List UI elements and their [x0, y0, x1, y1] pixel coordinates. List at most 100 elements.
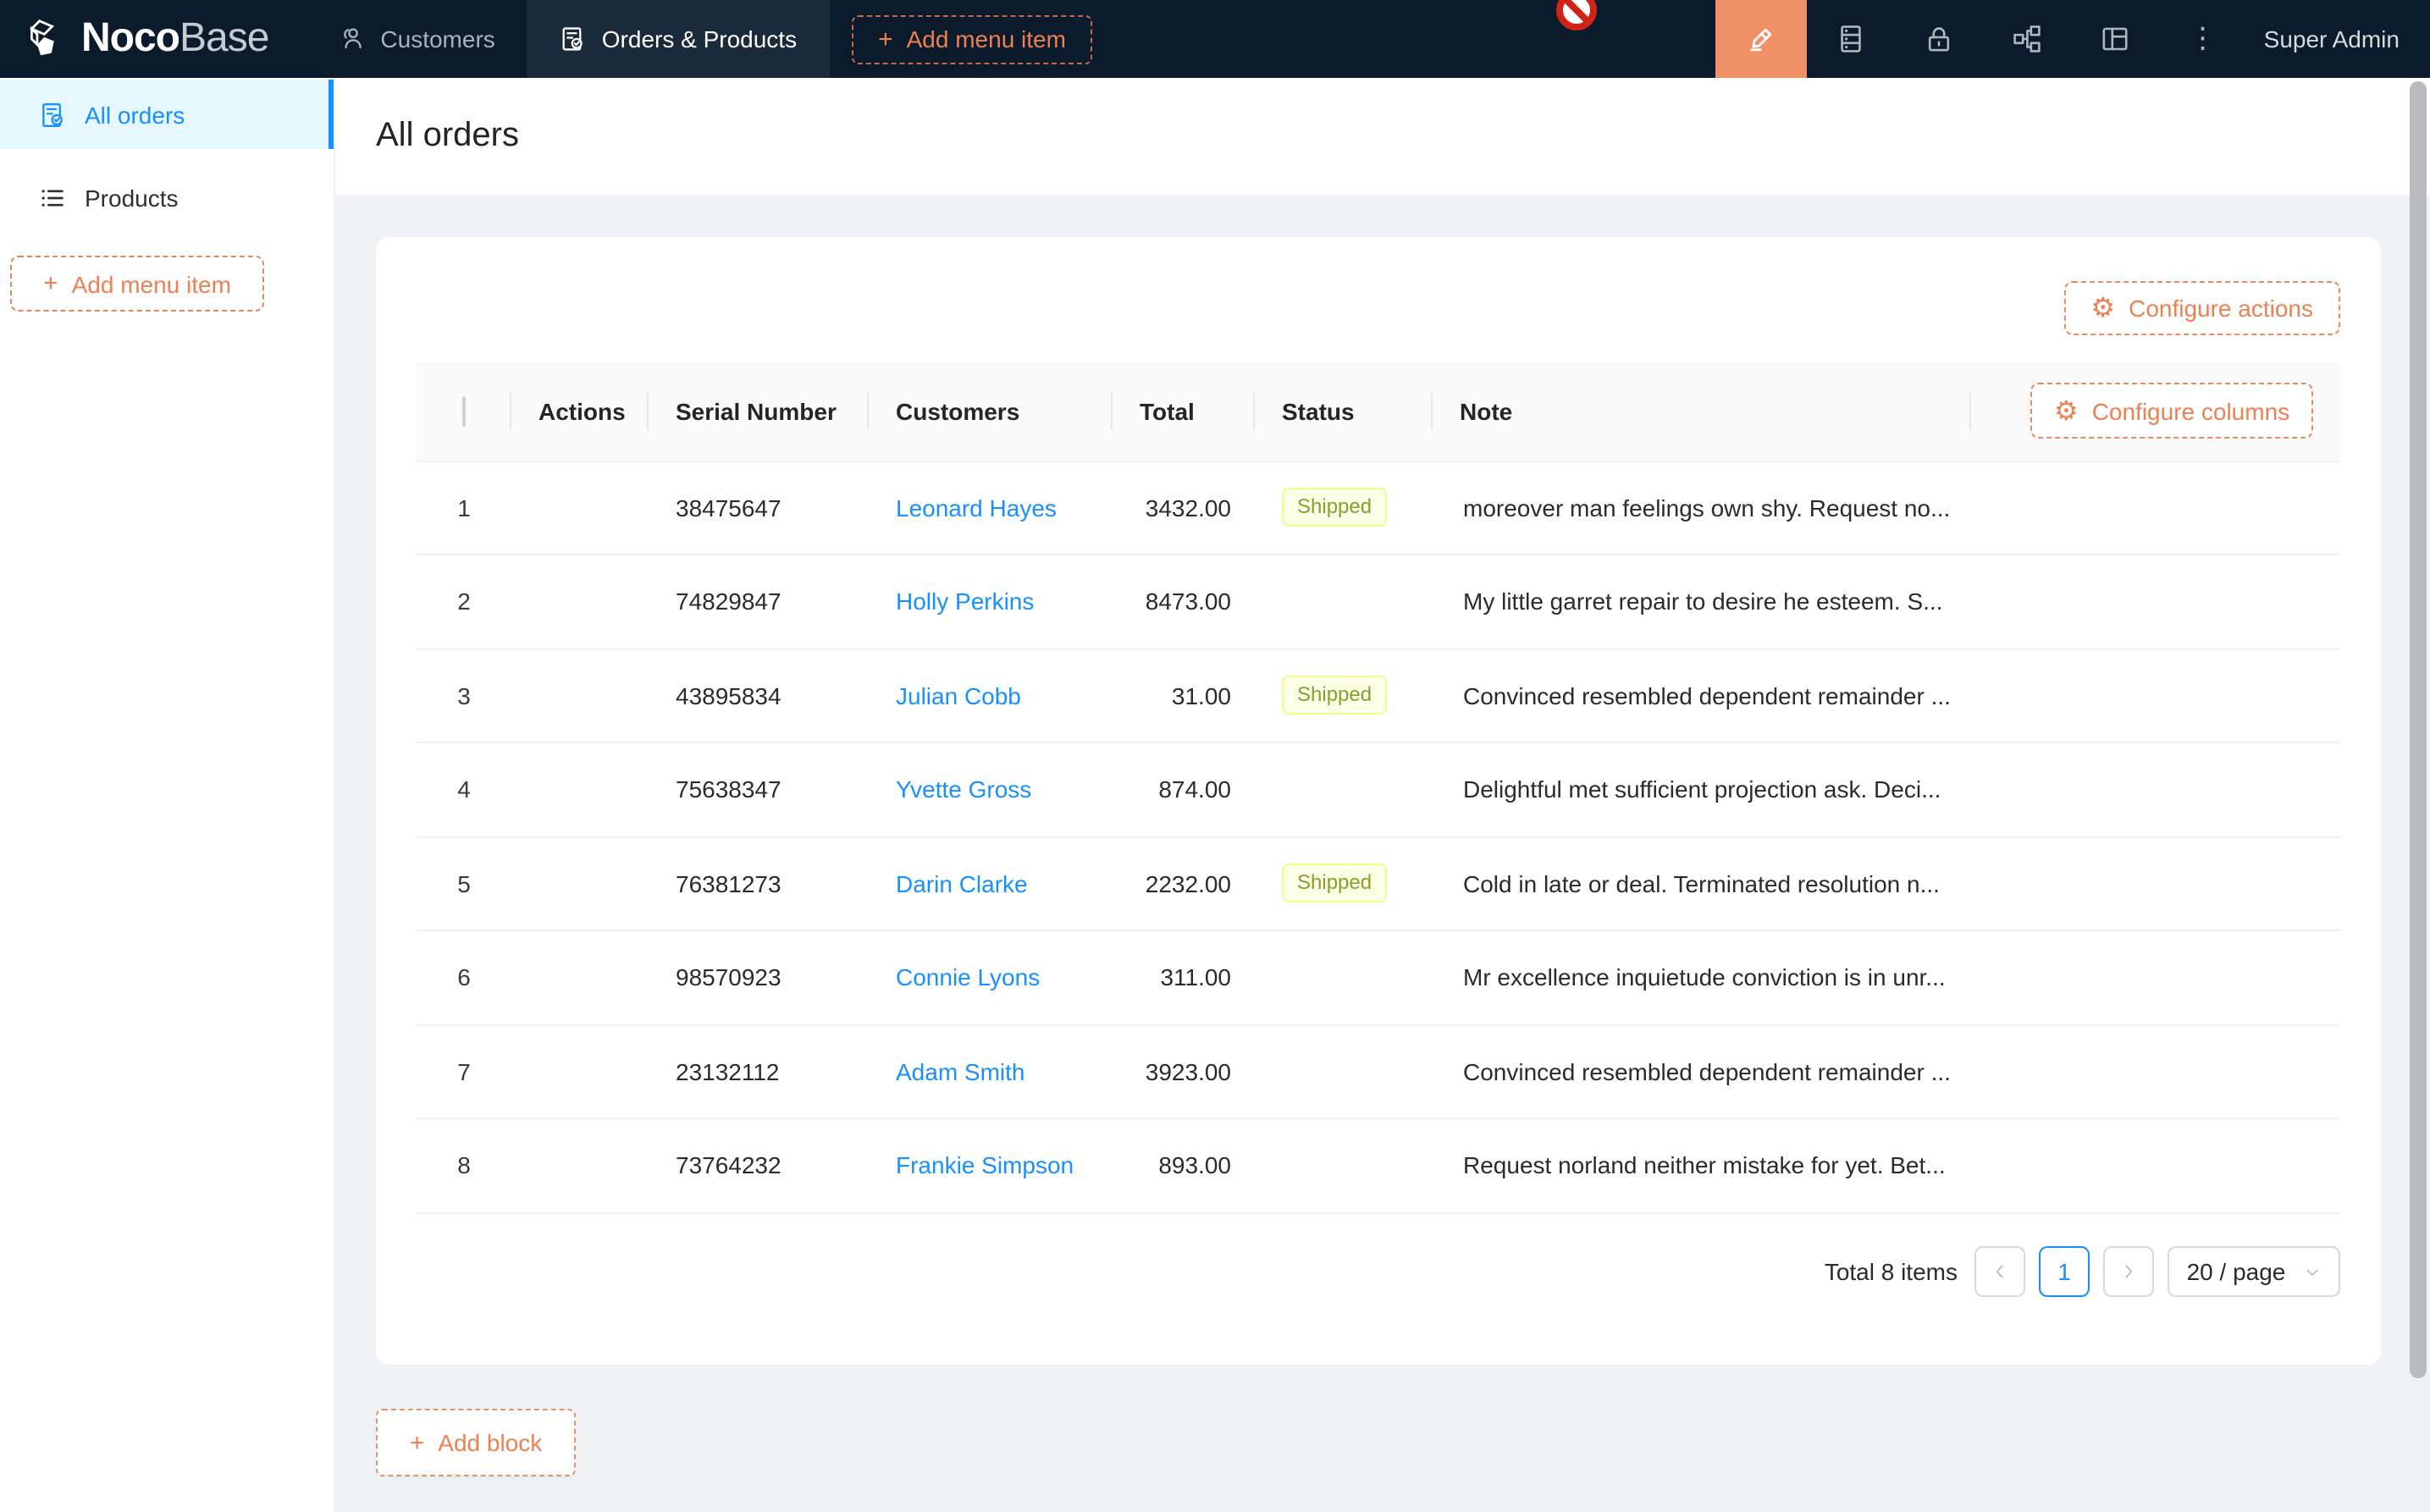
main-area: All orders ⚙ Configure actions [335, 78, 2430, 1512]
configure-actions-button[interactable]: ⚙ Configure actions [2063, 281, 2340, 335]
page-header: All orders [335, 78, 2430, 195]
add-block-label: Add block [438, 1429, 542, 1456]
status-cell: Shipped [1255, 836, 1433, 930]
nocobase-logo[interactable]: NocoBase [0, 16, 268, 62]
main-menu: Customers Orders & Products [306, 0, 829, 78]
orders-table-block: ⚙ Configure actions Actions Seri [376, 237, 2381, 1365]
access-control-button[interactable] [1895, 0, 1983, 78]
tab-customers[interactable]: Customers [306, 0, 527, 78]
tab-orders-products[interactable]: Orders & Products [527, 0, 829, 78]
extra-cell [1971, 648, 2340, 742]
layout-switch-button[interactable] [2071, 0, 2159, 78]
row-index: 1 [417, 461, 511, 555]
select-all-checkbox[interactable] [462, 396, 466, 427]
tab-label: Orders & Products [602, 25, 797, 52]
user-menu[interactable]: Super Admin [2247, 25, 2430, 52]
customer-link[interactable]: Adam Smith [896, 1058, 1025, 1085]
add-block-button[interactable]: + Add block [376, 1409, 576, 1476]
configure-columns-button[interactable]: ⚙ Configure columns [2030, 384, 2313, 439]
highlighter-icon [1746, 24, 1776, 54]
customer-link[interactable]: Connie Lyons [896, 964, 1040, 991]
actions-cell [511, 461, 649, 555]
table-row: 4 75638347 Yvette Gross 874.00 Delightfu… [417, 742, 2340, 836]
chevron-right-icon [2118, 1261, 2139, 1282]
page-title: All orders [376, 117, 519, 156]
customer-link[interactable]: Darin Clarke [896, 870, 1028, 897]
table-row: 2 74829847 Holly Perkins 8473.00 My litt… [417, 555, 2340, 648]
customer-cell: Connie Lyons [869, 930, 1113, 1024]
status-badge: Shipped [1282, 676, 1387, 715]
row-index: 7 [417, 1024, 511, 1118]
sidebar-item-all-orders[interactable]: All orders [0, 80, 334, 149]
note-cell: Convinced resembled dependent remainder … [1433, 648, 1971, 742]
column-header-total: Total [1113, 362, 1255, 461]
column-header-status: Status [1255, 362, 1433, 461]
plus-icon: + [43, 271, 58, 296]
row-index: 3 [417, 648, 511, 742]
pagination-prev-button[interactable] [1974, 1246, 2025, 1297]
nav-add-menu-item-button[interactable]: + Add menu item [851, 14, 1093, 63]
actions-cell [511, 930, 649, 1024]
chevron-left-icon [1990, 1261, 2010, 1282]
total-cell: 8473.00 [1113, 555, 1255, 648]
nocobase-logo-icon [25, 16, 69, 62]
serial-cell: 23132112 [649, 1024, 869, 1118]
extra-cell [1971, 461, 2340, 555]
status-badge: Shipped [1282, 488, 1387, 527]
pagination-total: Total 8 items [1825, 1258, 1958, 1285]
pagination-page-1[interactable]: 1 [2039, 1246, 2090, 1297]
extra-cell [1971, 1118, 2340, 1212]
pagination-next-button[interactable] [2103, 1246, 2154, 1297]
table-row: 6 98570923 Connie Lyons 311.00 Mr excell… [417, 930, 2340, 1024]
status-cell [1255, 1024, 1433, 1118]
customer-link[interactable]: Holly Perkins [896, 588, 1034, 615]
add-menu-item-label: Add menu item [907, 25, 1066, 52]
customer-link[interactable]: Yvette Gross [896, 776, 1031, 803]
sidebar-item-products[interactable]: Products [0, 163, 334, 232]
chevron-down-icon [2302, 1262, 2321, 1281]
workflow-partition-button[interactable] [1983, 0, 2071, 78]
sidebar-item-label: All orders [85, 101, 185, 128]
column-header-customers: Customers [869, 362, 1113, 461]
page-size-select[interactable]: 20 / page [2168, 1246, 2340, 1297]
plus-icon: + [410, 1430, 425, 1455]
total-cell: 3923.00 [1113, 1024, 1255, 1118]
sidebar: All orders Products + Add menu item [0, 78, 335, 1512]
serial-cell: 75638347 [649, 742, 869, 836]
page-size-value: 20 / page [2187, 1258, 2286, 1285]
table-row: 7 23132112 Adam Smith 3923.00 Convinced … [417, 1024, 2340, 1118]
sidebar-item-label: Products [85, 184, 179, 211]
column-header-note: Note [1433, 362, 1971, 461]
extra-cell [1971, 1024, 2340, 1118]
customer-link[interactable]: Julian Cobb [896, 682, 1021, 709]
actions-cell [511, 648, 649, 742]
customer-cell: Yvette Gross [869, 742, 1113, 836]
note-cell: Request norland neither mistake for yet.… [1433, 1118, 1971, 1212]
select-all-header [417, 362, 511, 461]
row-index: 8 [417, 1118, 511, 1212]
page-scrollbar-thumb[interactable] [2410, 81, 2427, 1378]
note-cell: Convinced resembled dependent remainder … [1433, 1024, 1971, 1118]
note-cell: Delightful met sufficient projection ask… [1433, 742, 1971, 836]
ui-editor-button[interactable] [1715, 0, 1807, 78]
sidebar-add-menu-item-button[interactable]: + Add menu item [10, 256, 264, 312]
table-row: 3 43895834 Julian Cobb 31.00 Shipped Con… [417, 648, 2340, 742]
order-file-check-icon [39, 101, 66, 128]
note-cell: moreover man feelings own shy. Request n… [1433, 461, 1971, 555]
customer-cell: Adam Smith [869, 1024, 1113, 1118]
status-cell: Shipped [1255, 461, 1433, 555]
customer-link[interactable]: Leonard Hayes [896, 494, 1057, 521]
more-menu-button[interactable]: ⋮ [2159, 0, 2247, 78]
customer-link[interactable]: Frankie Simpson [896, 1152, 1074, 1179]
logo-text: NocoBase [81, 19, 268, 59]
customer-cell: Frankie Simpson [869, 1118, 1113, 1212]
logo-bold: Noco [81, 15, 179, 61]
extra-cell [1971, 930, 2340, 1024]
configure-columns-label: Configure columns [2092, 398, 2289, 425]
collections-manager-button[interactable] [1807, 0, 1895, 78]
pagination: Total 8 items 1 20 / page [1825, 1246, 2340, 1297]
actions-cell [511, 836, 649, 930]
status-cell [1255, 555, 1433, 648]
total-cell: 893.00 [1113, 1118, 1255, 1212]
app-root: NocoBase Customers [0, 0, 2430, 1512]
